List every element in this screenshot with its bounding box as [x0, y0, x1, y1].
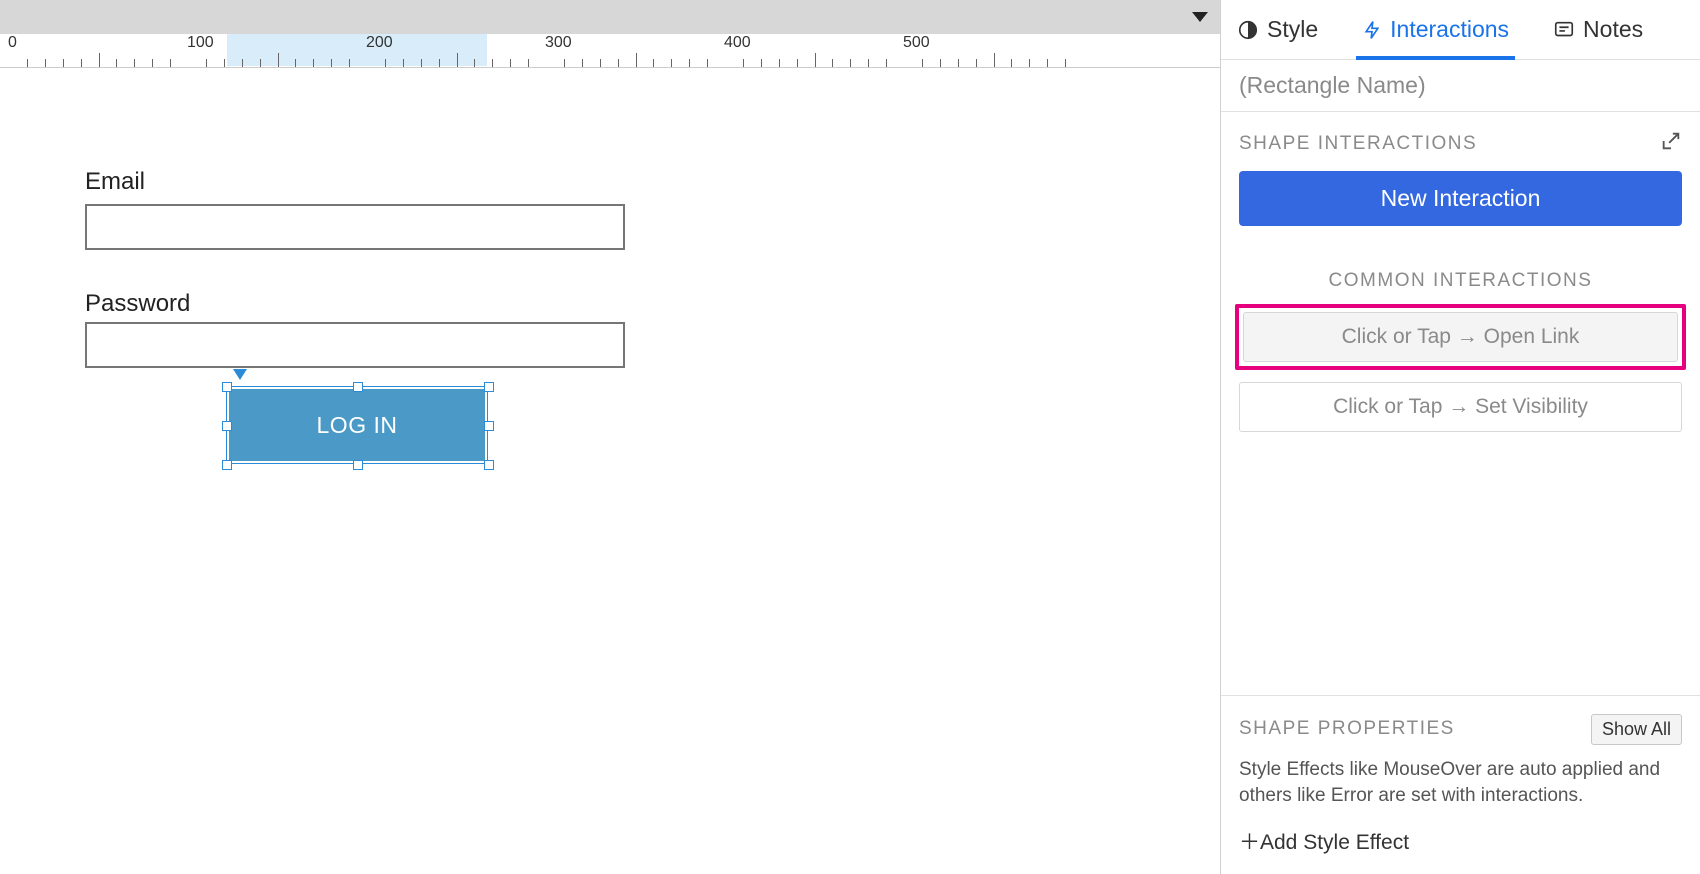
common-interactions-title: COMMON INTERACTIONS: [1221, 270, 1700, 292]
bolt-icon: [1362, 19, 1382, 41]
common-interaction-set-visibility[interactable]: Click or Tap → Set Visibility: [1239, 382, 1682, 432]
ruler-label: 400: [724, 34, 751, 52]
shape-properties-description: Style Effects like MouseOver are auto ap…: [1239, 757, 1682, 810]
selection-handle[interactable]: [353, 460, 363, 470]
properties-panel: Style Interactions Notes (Rectangle Name…: [1220, 0, 1700, 874]
shape-properties-section: SHAPE PROPERTIES Show All Style Effects …: [1221, 695, 1700, 874]
ruler-label: 0: [8, 34, 17, 52]
shape-interactions-section: SHAPE INTERACTIONS New Interaction: [1221, 112, 1700, 226]
top-toolbar: [0, 0, 1220, 34]
note-icon: [1553, 19, 1575, 41]
ruler-label: 200: [366, 34, 393, 52]
horizontal-ruler[interactable]: 0 100 200 300 400 500: [0, 34, 1220, 68]
ruler-label: 300: [545, 34, 572, 52]
password-input-shape[interactable]: [85, 322, 625, 368]
dropdown-caret-icon[interactable]: [1192, 12, 1208, 22]
tab-style[interactable]: Style: [1237, 0, 1318, 59]
common-interaction-open-link-label: Click or Tap → Open Link: [1243, 312, 1678, 362]
new-interaction-button[interactable]: New Interaction: [1239, 171, 1682, 226]
tab-interactions[interactable]: Interactions: [1362, 0, 1509, 59]
ruler-label: 500: [903, 34, 930, 52]
ruler-selection-highlight: [227, 34, 487, 66]
style-icon: [1237, 19, 1259, 41]
selection-flag-icon: [233, 369, 247, 380]
shape-name-input[interactable]: (Rectangle Name): [1221, 60, 1700, 112]
login-button-shape[interactable]: LOG IN: [229, 389, 485, 461]
selection-handle[interactable]: [484, 382, 494, 392]
tab-notes[interactable]: Notes: [1553, 0, 1643, 59]
selection-handle[interactable]: [484, 421, 494, 431]
tab-notes-label: Notes: [1583, 16, 1643, 43]
selection-handle[interactable]: [484, 460, 494, 470]
common-interaction-open-link[interactable]: Click or Tap → Open Link: [1235, 304, 1686, 370]
tab-style-label: Style: [1267, 16, 1318, 43]
ruler-label: 100: [187, 34, 214, 52]
password-label: Password: [85, 290, 190, 318]
canvas-area: 0 100 200 300 400 500 Email Password LOG IN: [0, 0, 1220, 874]
design-canvas[interactable]: Email Password LOG IN: [0, 68, 1220, 874]
email-input-shape[interactable]: [85, 204, 625, 250]
selection-handle[interactable]: [222, 460, 232, 470]
show-all-button[interactable]: Show All: [1591, 714, 1682, 745]
tab-interactions-label: Interactions: [1390, 16, 1509, 43]
login-button-label: LOG IN: [317, 412, 398, 439]
popout-icon[interactable]: [1660, 130, 1682, 157]
shape-interactions-title: SHAPE INTERACTIONS: [1239, 133, 1477, 155]
email-label: Email: [85, 168, 145, 196]
add-style-effect-button[interactable]: ＋Add Style Effect: [1239, 826, 1682, 856]
shape-properties-title: SHAPE PROPERTIES: [1239, 718, 1455, 740]
panel-tabs: Style Interactions Notes: [1221, 0, 1700, 60]
